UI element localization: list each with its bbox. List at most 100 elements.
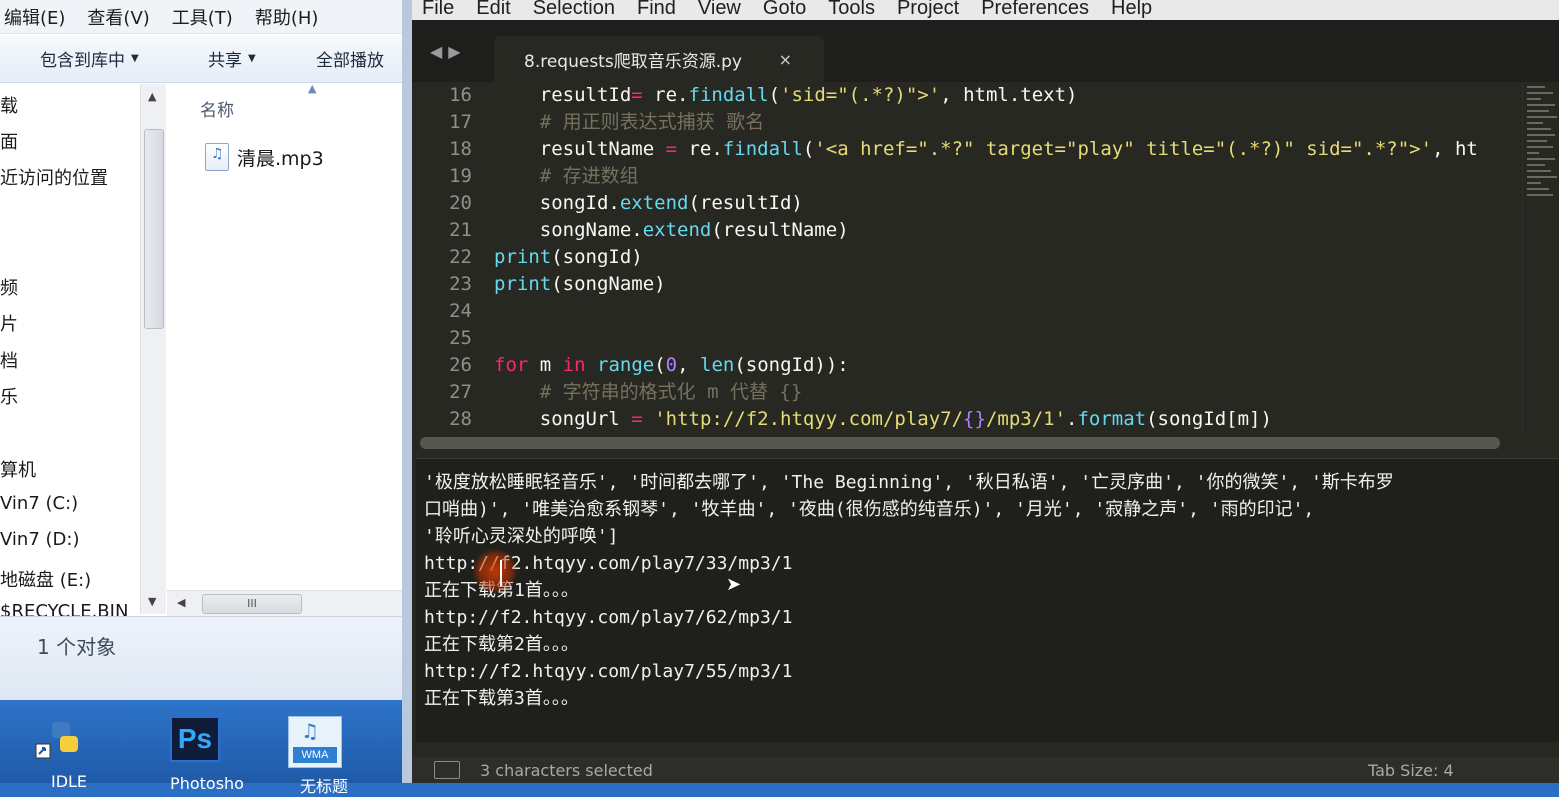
selection-status: 3 characters selected: [480, 761, 653, 780]
menu-tools[interactable]: Tools: [828, 0, 875, 20]
code-token: ,: [677, 354, 700, 376]
menu-edit[interactable]: Edit: [476, 0, 510, 20]
tab-bar: ◀▶ 8.requests爬取音乐资源.py ×: [412, 20, 1559, 82]
window-divider: [402, 0, 412, 783]
minimap-line: [1527, 176, 1557, 178]
nav-item-videos[interactable]: 频: [0, 274, 18, 300]
menu-edit[interactable]: 编辑(E): [4, 4, 65, 30]
minimap-line: [1527, 128, 1551, 130]
code-line: 16 resultId= re.findall('sid="(.*?)">', …: [412, 82, 1522, 109]
minimap-line: [1527, 158, 1555, 160]
code-token: extend: [642, 219, 712, 241]
nav-item-documents[interactable]: 档: [0, 347, 18, 373]
explorer-status-bar: 1 个对象: [0, 616, 402, 700]
desktop-icon-label: IDLE: [50, 772, 88, 791]
minimap-line: [1527, 146, 1553, 148]
panel-toggle-icon[interactable]: [434, 761, 460, 779]
scroll-left-icon[interactable]: ◀: [177, 596, 185, 609]
sublime-menubar: File Edit Selection Find View Goto Tools…: [412, 0, 1559, 20]
menu-preferences[interactable]: Preferences: [981, 0, 1089, 20]
file-item[interactable]: ♫ 清晨.mp3: [205, 143, 324, 171]
menu-view[interactable]: 查看(V): [87, 4, 149, 30]
menu-find[interactable]: Find: [637, 0, 676, 20]
line-number: 23: [449, 273, 472, 295]
code-token: (resultId): [688, 192, 803, 214]
nav-item-drive-e[interactable]: 地磁盘 (E:): [0, 566, 91, 592]
line-number: 16: [449, 84, 472, 106]
menu-selection[interactable]: Selection: [533, 0, 615, 20]
scroll-down-icon[interactable]: ▼: [148, 595, 156, 608]
code-token: , ht: [1432, 138, 1478, 160]
code-token: format: [1077, 408, 1147, 430]
code-line: 24: [412, 298, 1522, 325]
photoshop-icon[interactable]: Ps Photosho: [170, 716, 244, 793]
menu-file[interactable]: File: [422, 0, 454, 20]
minimap-line: [1527, 116, 1557, 118]
minimap-line: [1527, 194, 1553, 196]
column-header-name[interactable]: 名称: [200, 96, 234, 121]
nav-item-downloads[interactable]: 载: [0, 92, 18, 118]
desktop-area: IDLE Ps Photosho ♫ WMA 无标题: [0, 700, 402, 796]
menu-view[interactable]: View: [698, 0, 741, 20]
code-line: 26 for m in range(0, len(songId)):: [412, 352, 1522, 379]
code-token: re.: [642, 84, 689, 106]
code-token: 'sid="(.*?)">': [780, 84, 941, 106]
menu-goto[interactable]: Goto: [763, 0, 806, 20]
nav-item-pictures[interactable]: 片: [0, 310, 18, 336]
code-token: extend: [619, 192, 689, 214]
code-token: {}: [963, 408, 986, 430]
line-number: 20: [449, 192, 472, 214]
minimap-line: [1527, 86, 1545, 88]
console-line: '聆听心灵深处的呼唤']: [424, 526, 619, 547]
tab-nav-arrows-icon[interactable]: ◀▶: [430, 42, 467, 61]
scrollbar-thumb[interactable]: [144, 129, 164, 329]
tab-size-button[interactable]: Tab Size: 4: [1368, 761, 1454, 780]
menu-project[interactable]: Project: [897, 0, 959, 20]
item-count: 1 个对象: [37, 635, 117, 659]
minimap-line: [1527, 188, 1549, 190]
wma-glyph: WMA: [293, 747, 337, 763]
close-icon[interactable]: ×: [779, 50, 792, 69]
nav-item-music[interactable]: 乐: [0, 383, 18, 409]
sort-ascending-icon: ▲: [308, 82, 317, 95]
nav-item-drive-c[interactable]: Vin7 (C:): [0, 493, 78, 514]
menu-help[interactable]: 帮助(H): [255, 4, 319, 30]
menu-tools[interactable]: 工具(T): [172, 4, 233, 30]
nav-item-desktop[interactable]: 面: [0, 128, 18, 154]
console-line: '极度放松睡眠轻音乐', '时间都去哪了', 'The Beginning', …: [424, 472, 1394, 493]
code-line: 17 # 用正则表达式捕获 歌名: [412, 109, 1522, 136]
code-line: 20 songId.extend(resultId): [412, 190, 1522, 217]
tab-active-file[interactable]: 8.requests爬取音乐资源.py ×: [494, 36, 824, 82]
code-editor[interactable]: 16 resultId= re.findall('sid="(.*?)">', …: [412, 82, 1522, 432]
code-line: 23 print(songName): [412, 271, 1522, 298]
tab-title: 8.requests爬取音乐资源.py: [524, 51, 742, 72]
menu-help[interactable]: Help: [1111, 0, 1152, 20]
play-all-button[interactable]: 全部播放: [316, 46, 384, 71]
scrollbar-thumb[interactable]: III: [202, 594, 302, 614]
editor-horizontal-scrollbar[interactable]: [420, 437, 1500, 449]
minimap-line: [1527, 92, 1553, 94]
nav-item-recent-places[interactable]: 近访问的位置: [0, 164, 108, 190]
line-number: 27: [449, 381, 472, 403]
code-token: (songId)):: [734, 354, 849, 376]
console-line: 口哨曲)', '唯美治愈系钢琴', '牧羊曲', '夜曲(很伤感的纯音乐)', …: [424, 499, 1315, 520]
wma-file-icon[interactable]: ♫ WMA 无标题: [288, 716, 348, 796]
text-cursor-icon: [500, 560, 502, 586]
scroll-up-icon[interactable]: ▲: [148, 90, 156, 103]
file-name: 清晨.mp3: [237, 147, 324, 170]
scrollbar-thumb[interactable]: [420, 437, 1500, 449]
code-token: resultId: [539, 84, 632, 106]
share-button[interactable]: 共享 ▼: [208, 46, 256, 71]
nav-item-drive-d[interactable]: Vin7 (D:): [0, 529, 79, 550]
line-number: 18: [449, 138, 472, 160]
code-token: /mp3/1': [985, 408, 1067, 430]
chevron-down-icon: ▼: [131, 53, 139, 64]
navigation-scrollbar[interactable]: ▲ ▼: [140, 84, 166, 614]
include-in-library-button[interactable]: 包含到库中 ▼: [40, 46, 139, 71]
code-token: findall: [688, 84, 769, 106]
python-idle-icon[interactable]: IDLE: [34, 716, 96, 791]
output-console[interactable]: '极度放松睡眠轻音乐', '时间都去哪了', 'The Beginning', …: [416, 458, 1559, 742]
nav-item-computer[interactable]: 算机: [0, 456, 36, 482]
minimap[interactable]: [1522, 82, 1559, 432]
file-list-horizontal-scrollbar[interactable]: ◀ III: [167, 590, 402, 616]
